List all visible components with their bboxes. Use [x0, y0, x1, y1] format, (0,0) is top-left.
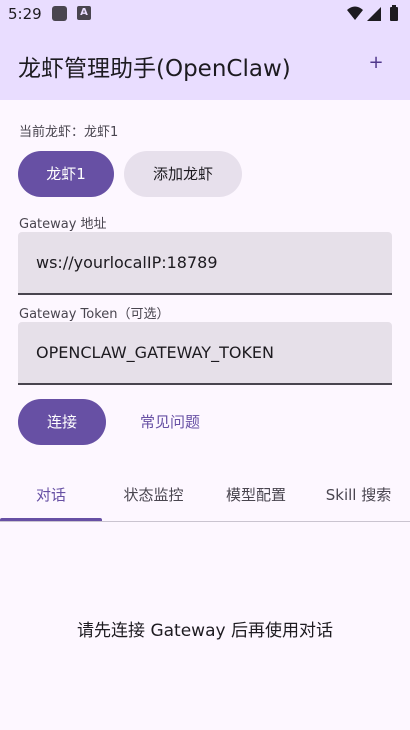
a-notification-icon: A [77, 6, 91, 20]
status-time: 5:29 [8, 5, 42, 23]
chat-empty-message: 请先连接 Gateway 后再使用对话 [77, 621, 333, 641]
tab-skill-search[interactable]: Skill 搜索 [307, 470, 410, 520]
wifi-icon [347, 6, 363, 20]
faq-button[interactable]: 常见问题 [124, 399, 216, 445]
square-notification-icon [52, 6, 67, 21]
tab-chat[interactable]: 对话 [0, 470, 102, 520]
add-lobster-chip[interactable]: 添加龙虾 [124, 151, 242, 197]
system-status-icons [347, 5, 398, 21]
app-title: 龙虾管理助手(OpenClaw) [18, 56, 291, 82]
current-lobster-label: 当前龙虾：龙虾1 [19, 125, 119, 140]
signal-icon [367, 7, 381, 21]
gateway-address-input[interactable] [36, 232, 376, 293]
add-button[interactable]: + [366, 52, 386, 76]
gateway-token-label: Gateway Token（可选） [19, 307, 170, 322]
gateway-address-label: Gateway 地址 [19, 217, 107, 232]
tabs-divider [0, 521, 410, 522]
gateway-address-field [18, 232, 392, 295]
app-bar: 龙虾管理助手(OpenClaw) + [0, 30, 410, 100]
tab-bar: 对话 状态监控 模型配置 Skill 搜索 [0, 470, 410, 522]
status-bar: 5:29 A [0, 0, 410, 30]
chip-lobster-1[interactable]: 龙虾1 [18, 151, 114, 197]
connect-button[interactable]: 连接 [18, 399, 106, 445]
tab-model-config[interactable]: 模型配置 [205, 470, 307, 520]
tab-status-monitor[interactable]: 状态监控 [102, 470, 205, 520]
battery-icon [390, 7, 398, 21]
gateway-token-field [18, 322, 392, 385]
gateway-token-input[interactable] [36, 322, 376, 383]
